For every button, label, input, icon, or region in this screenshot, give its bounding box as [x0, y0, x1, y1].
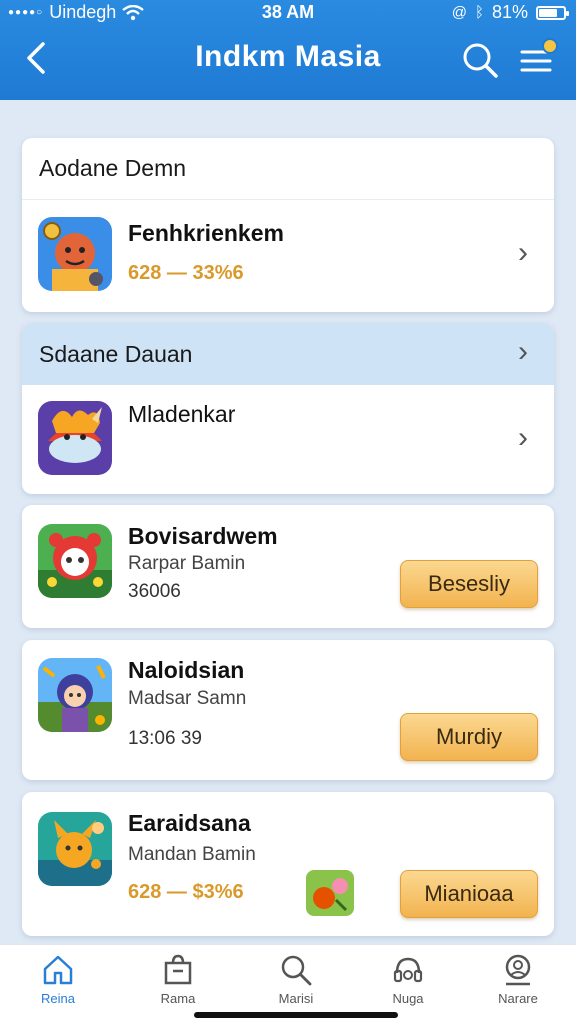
nav-item-profile[interactable]: Narare [468, 953, 568, 1017]
app-name: Naloidsian [128, 657, 245, 683]
section-title-1: Aodane Demn [22, 138, 554, 200]
nav-item-nuga[interactable]: Nuga [358, 953, 458, 1017]
app-name: Earaidsana [128, 810, 251, 836]
bluetooth-icon: ᛒ [474, 4, 484, 21]
section-title-text: Aodane Demn [39, 155, 187, 181]
app-header: ●●●●○ Uindegh 38 AM @ ᛒ 81% Indkm Masia [0, 0, 576, 100]
status-right: @ ᛒ 81% [451, 2, 569, 23]
app-price: 628 — 33%6 [128, 262, 244, 284]
status-bar: ●●●●○ Uindegh 38 AM @ ᛒ 81% [0, 0, 576, 26]
home-icon [43, 955, 73, 985]
app-meta: 13:06 39 [128, 728, 202, 749]
search-icon [463, 43, 498, 78]
battery-percent: 81% [491, 2, 528, 22]
app-name: Fenhkrienkem [128, 220, 284, 246]
chevron-right-icon: › [518, 236, 528, 269]
headset-icon [393, 957, 423, 983]
app-icon [38, 658, 112, 732]
list-item[interactable]: Fenhkrienkem 628 — 33%6 › [22, 200, 554, 312]
section-title-text: Sdaane Dauan [39, 340, 193, 367]
app-meta: 36006 [128, 581, 181, 602]
nav-label: Nuga [392, 991, 424, 1006]
search-icon [281, 955, 312, 986]
install-button[interactable]: Besesliy [400, 560, 538, 608]
nav-label: Marisi [278, 991, 314, 1006]
app-subtitle: Rarpar Bamin [128, 553, 246, 574]
app-icon [38, 401, 112, 475]
app-icon [38, 524, 112, 598]
nav-item-home[interactable]: Reina [8, 953, 108, 1017]
section-card-1: Aodane Demn Fenhkrienkem 628 — 33%6 › [22, 138, 554, 312]
app-icon [38, 812, 112, 886]
app-card[interactable]: Earaidsana Mandan Bamin 628 — $3%6 Miani… [22, 792, 554, 936]
app-card[interactable]: Bovisardwem Rarpar Bamin 36006 Besesliy [22, 505, 554, 628]
app-subtitle: Madsar Samn [128, 688, 247, 709]
app-icon [38, 217, 112, 291]
chevron-right-icon: › [518, 421, 528, 454]
menu-button[interactable] [516, 38, 558, 80]
section-title-2[interactable]: Sdaane Dauan › [22, 323, 554, 385]
bag-icon [164, 954, 192, 985]
mini-app-icon [306, 870, 354, 916]
nav-label: Rama [160, 991, 196, 1006]
list-item[interactable]: Mladenkar › [22, 385, 554, 494]
nav-label: Reina [41, 991, 75, 1006]
notification-badge [542, 38, 558, 54]
location-icon: @ [451, 4, 467, 21]
search-button[interactable] [460, 40, 500, 80]
nav-item-rama[interactable]: Rama [128, 953, 228, 1017]
install-button[interactable]: Mianioaa [400, 870, 538, 918]
app-name: Bovisardwem [128, 523, 278, 549]
section-card-2: Sdaane Dauan › Mladenkar › [22, 323, 554, 494]
nav-label: Narare [498, 991, 538, 1006]
home-indicator [194, 1012, 398, 1018]
app-price: 628 — $3%6 [128, 881, 244, 903]
app-card[interactable]: Naloidsian Madsar Samn 13:06 39 Murdiy [22, 640, 554, 780]
battery-icon [536, 5, 569, 20]
install-button[interactable]: Murdiy [400, 713, 538, 761]
nav-item-search[interactable]: Marisi [246, 953, 346, 1017]
chevron-right-icon: › [518, 335, 528, 368]
app-subtitle: Mandan Bamin [128, 844, 256, 865]
profile-icon [505, 954, 531, 986]
app-name: Mladenkar [128, 401, 236, 427]
